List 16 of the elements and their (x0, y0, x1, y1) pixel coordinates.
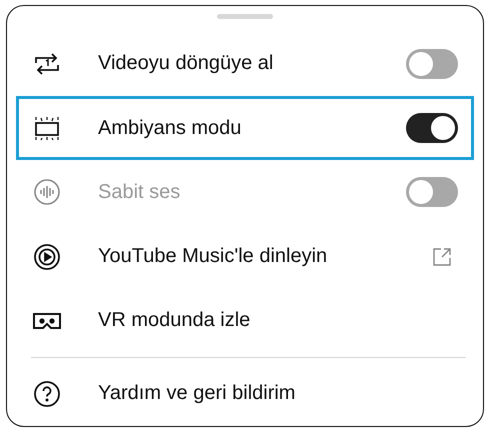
menu-item-label[interactable]: Videoyu döngüye al (98, 52, 406, 76)
toggle-switch[interactable] (406, 48, 458, 79)
audio-wave-icon (33, 178, 61, 206)
repeat-one-icon (33, 52, 61, 76)
help-icon (33, 380, 61, 408)
play-circle-icon (33, 242, 61, 271)
highlighted-menu-item[interactable]: Ambiyans modu (16, 96, 474, 160)
menu-item-label[interactable]: Ambiyans modu (98, 116, 406, 140)
drag-handle[interactable] (217, 14, 273, 19)
menu-item-label[interactable]: YouTube Music'le dinleyin (98, 245, 432, 268)
menu-item-label[interactable]: VR modunda izle (98, 309, 458, 332)
menu-item-label[interactable]: Yardım ve geri bildirim (98, 382, 458, 406)
toggle-switch[interactable] (406, 113, 458, 144)
ambient-screen-icon (33, 115, 61, 142)
vr-headset-icon (33, 312, 61, 330)
external-link-icon (432, 246, 452, 267)
